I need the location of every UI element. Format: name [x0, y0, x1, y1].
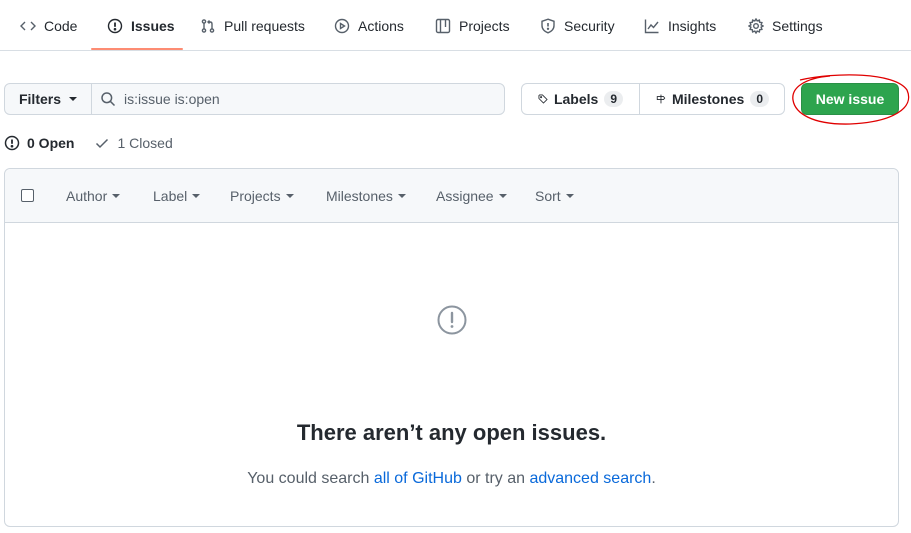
- blankslate-text-after: .: [651, 470, 656, 487]
- tab-security[interactable]: Security: [540, 0, 615, 51]
- labels-label: Labels: [553, 91, 599, 107]
- tab-actions[interactable]: Actions: [334, 0, 404, 51]
- chevron-down-icon: [112, 194, 121, 198]
- closed-count-label: 1 Closed: [117, 135, 173, 151]
- chevron-down-icon: [397, 194, 406, 198]
- tab-code-label: Code: [44, 17, 78, 34]
- new-issue-label: New issue: [815, 91, 885, 107]
- active-tab-underline: [91, 48, 183, 50]
- tag-icon: [538, 94, 548, 104]
- chevron-down-icon: [192, 194, 201, 198]
- tab-insights-label: Insights: [668, 17, 717, 34]
- gear-icon: [748, 17, 764, 34]
- advanced-search-link[interactable]: advanced search: [529, 470, 651, 487]
- filters-label: Filters: [18, 91, 61, 107]
- new-issue-button[interactable]: New issue: [801, 83, 899, 115]
- all-of-github-link[interactable]: all of GitHub: [374, 470, 462, 487]
- search-icon: [101, 92, 116, 107]
- blankslate-text: You could search all of GitHub or try an…: [5, 470, 898, 488]
- tab-issues-label: Issues: [131, 17, 175, 34]
- chevron-down-icon: [69, 97, 77, 101]
- repo-nav: Code Issues Pull requests Actions Projec…: [0, 0, 911, 51]
- issues-list-header: Author Label Projects Milestones Assigne…: [5, 169, 898, 223]
- label-filter-label: Label: [153, 188, 188, 204]
- issue-opened-icon: [107, 18, 123, 33]
- milestones-filter-label: Milestones: [326, 188, 393, 204]
- chevron-down-icon: [498, 194, 507, 198]
- milestones-count-badge: 0: [750, 91, 769, 107]
- issue-opened-icon: [4, 135, 20, 151]
- chevron-down-icon: [565, 194, 574, 198]
- projects-dropdown[interactable]: Projects: [230, 169, 294, 223]
- label-dropdown[interactable]: Label: [153, 169, 201, 223]
- issue-opened-icon: [437, 305, 467, 335]
- blankslate-title: There aren’t any open issues.: [296, 420, 607, 445]
- tab-projects[interactable]: Projects: [435, 0, 510, 51]
- tab-insights[interactable]: Insights: [644, 0, 716, 51]
- search-input[interactable]: [124, 91, 494, 107]
- git-pull-request-icon: [201, 18, 215, 33]
- tab-actions-label: Actions: [358, 17, 404, 34]
- blankslate-text-before: You could search: [247, 470, 374, 487]
- sort-label: Sort: [535, 188, 561, 204]
- tab-pull-requests-label: Pull requests: [224, 17, 305, 34]
- author-dropdown[interactable]: Author: [66, 169, 121, 223]
- author-label: Author: [66, 188, 108, 204]
- play-icon: [334, 18, 350, 33]
- projects-filter-label: Projects: [230, 188, 281, 204]
- labels-count-badge: 9: [604, 91, 623, 107]
- select-all-checkbox[interactable]: [21, 189, 34, 202]
- blankslate-text-middle: or try an: [461, 470, 530, 487]
- table-icon: [435, 18, 451, 33]
- labels-button[interactable]: Labels 9: [522, 84, 639, 114]
- code-icon: [20, 21, 36, 30]
- graph-icon: [644, 19, 659, 33]
- chevron-down-icon: [285, 194, 294, 198]
- milestones-dropdown[interactable]: Milestones: [326, 169, 406, 223]
- tab-security-label: Security: [564, 17, 615, 34]
- milestones-label: Milestones: [671, 91, 745, 107]
- check-icon: [96, 138, 109, 149]
- tab-code[interactable]: Code: [20, 0, 77, 51]
- open-count-label: 0 Open: [27, 135, 75, 151]
- search-box[interactable]: [91, 83, 505, 115]
- tab-pull-requests[interactable]: Pull requests: [200, 0, 305, 51]
- filters-button[interactable]: Filters: [4, 83, 92, 115]
- labels-milestones-group: Labels 9 Milestones 0: [521, 83, 785, 115]
- sort-dropdown[interactable]: Sort: [535, 169, 574, 223]
- blankslate: There aren’t any open issues. You could …: [5, 223, 898, 526]
- closed-issues-link[interactable]: 1 Closed: [94, 135, 173, 151]
- tab-settings-label: Settings: [772, 17, 823, 34]
- tab-settings[interactable]: Settings: [748, 0, 823, 51]
- issue-state-toggle: 0 Open 1 Closed: [4, 132, 173, 154]
- assignee-filter-label: Assignee: [436, 188, 494, 204]
- tab-projects-label: Projects: [459, 17, 510, 34]
- issues-list-box: Author Label Projects Milestones Assigne…: [4, 168, 899, 527]
- shield-icon: [541, 17, 555, 34]
- tab-issues[interactable]: Issues: [107, 0, 175, 51]
- open-issues-link[interactable]: 0 Open: [4, 135, 74, 151]
- milestones-button[interactable]: Milestones 0: [639, 84, 785, 114]
- milestone-icon: [656, 94, 666, 104]
- assignee-dropdown[interactable]: Assignee: [436, 169, 507, 223]
